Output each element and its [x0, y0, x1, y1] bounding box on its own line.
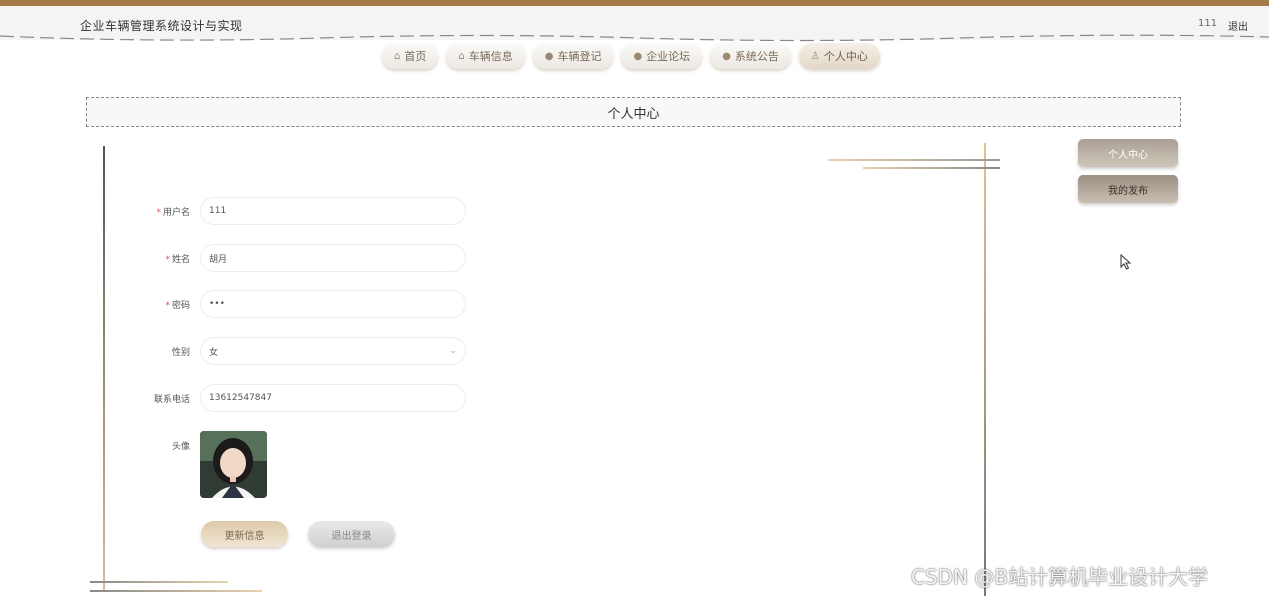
name-input[interactable]: 胡月: [200, 244, 466, 272]
side-menu-my-posts[interactable]: 我的发布: [1078, 175, 1178, 203]
nav-label: 系统公告: [734, 50, 779, 63]
field-label: * 姓名: [120, 252, 200, 265]
field-label: 性别: [120, 345, 200, 358]
phone-value: 13612547847: [209, 393, 272, 403]
watermark: CSDN @B站计算机毕业设计大学: [911, 565, 1209, 589]
update-info-button[interactable]: 更新信息: [201, 521, 288, 547]
info-icon: ●: [544, 50, 554, 62]
mouse-cursor-icon: [1120, 254, 1132, 270]
decorative-line: [828, 159, 1000, 161]
avatar[interactable]: [200, 431, 267, 498]
user-icon: ♙: [810, 50, 820, 62]
username-label: 用户名: [162, 207, 190, 218]
decorative-line: [863, 167, 1000, 169]
home-icon: ⌂: [458, 50, 465, 62]
nav-label: 企业论坛: [646, 50, 691, 63]
form-row-avatar: 头像: [120, 431, 267, 498]
nav-label: 车辆信息: [468, 50, 513, 63]
avatar-photo: [200, 431, 267, 498]
nav-personal-center[interactable]: ♙ 个人中心: [798, 43, 880, 69]
form-row-phone: 联系电话 13612547847: [120, 384, 466, 412]
gender-value: 女: [209, 347, 219, 358]
nav-label: 首页: [404, 50, 427, 63]
required-mark: *: [165, 254, 170, 265]
side-menu-personal-center[interactable]: 个人中心: [1078, 139, 1178, 167]
info-icon: ●: [722, 50, 731, 62]
form-row-gender: 性别 女 ⌄: [120, 337, 466, 365]
gender-label: 性别: [171, 347, 190, 358]
decorative-line: [90, 581, 228, 583]
name-value: 胡月: [209, 254, 228, 265]
nav-announcements[interactable]: ● 系统公告: [710, 43, 791, 69]
field-label: 联系电话: [120, 392, 200, 405]
field-label: * 密码: [120, 298, 200, 311]
field-label: 头像: [120, 431, 200, 498]
password-value: •••: [209, 299, 225, 309]
phone-label: 联系电话: [153, 394, 190, 405]
field-label: * 用户名: [120, 205, 200, 218]
logout-link[interactable]: 退出: [1228, 18, 1248, 33]
form-row-password: * 密码 •••: [120, 290, 466, 318]
app-title: 企业车辆管理系统设计与实现: [80, 19, 243, 33]
username-input[interactable]: 111: [200, 197, 466, 225]
form-row-name: * 姓名 胡月: [120, 244, 466, 272]
nav-label: 车辆登记: [557, 50, 602, 63]
page-title: 个人中心: [86, 97, 1181, 127]
username-value: 111: [209, 206, 227, 216]
nav-home[interactable]: ⌂ 首页: [382, 43, 439, 69]
nav-label: 个人中心: [823, 50, 868, 63]
nav-forum[interactable]: ● 企业论坛: [621, 43, 703, 69]
avatar-label: 头像: [171, 442, 190, 452]
required-mark: *: [165, 300, 170, 311]
user-name: 111: [1198, 18, 1218, 29]
decorative-line: [984, 143, 986, 596]
logout-button[interactable]: 退出登录: [308, 521, 395, 547]
nav-vehicle-register[interactable]: ● 车辆登记: [532, 43, 614, 69]
decorative-line: [103, 146, 105, 592]
gender-select[interactable]: 女 ⌄: [200, 337, 466, 365]
form-row-username: * 用户名 111: [120, 197, 466, 225]
password-label: 密码: [171, 300, 190, 311]
chevron-down-icon: ⌄: [449, 346, 457, 356]
name-label: 姓名: [171, 254, 190, 265]
home-icon: ⌂: [394, 50, 401, 62]
required-mark: *: [156, 207, 161, 218]
phone-input[interactable]: 13612547847: [200, 384, 466, 412]
main-nav: ⌂ 首页 ⌂ 车辆信息 ● 车辆登记 ● 企业论坛 ● 系统公告 ♙ 个人中心: [382, 43, 880, 69]
nav-vehicle-info[interactable]: ⌂ 车辆信息: [446, 43, 525, 69]
question-icon: ●: [633, 50, 643, 62]
decorative-line: [90, 590, 262, 592]
password-input[interactable]: •••: [200, 290, 466, 318]
